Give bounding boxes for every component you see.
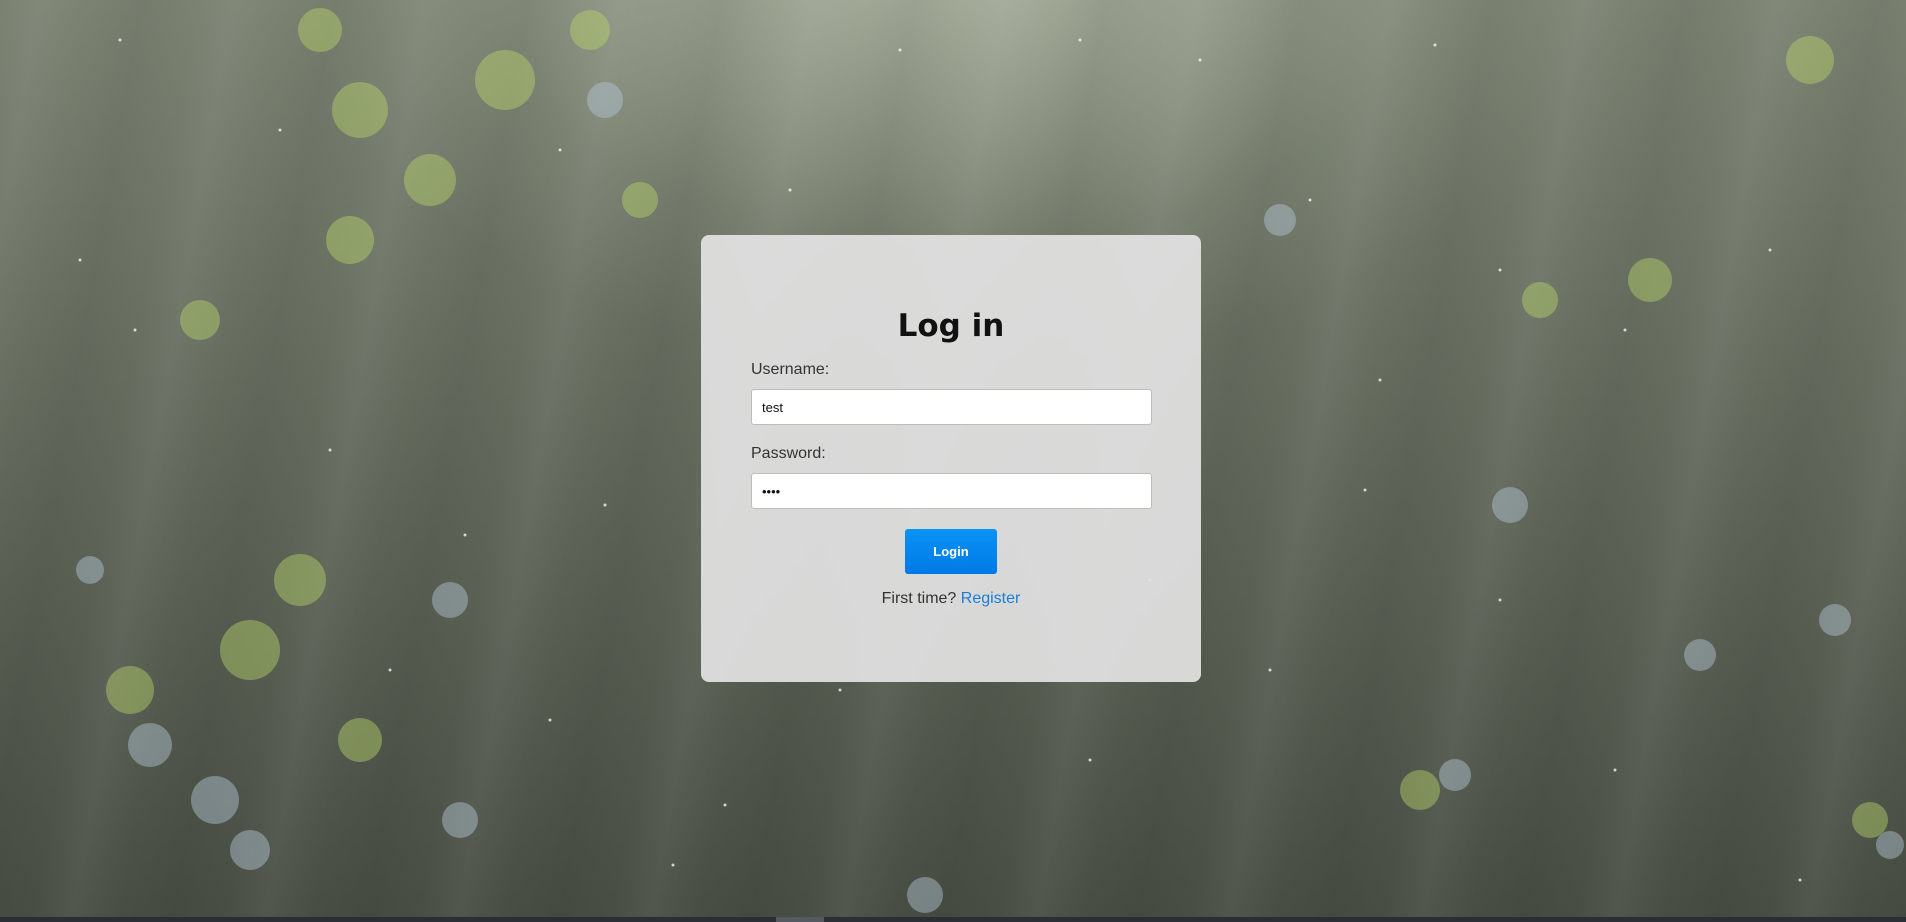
first-time-text: First time?: [881, 590, 957, 607]
register-prompt: First time? Register: [751, 590, 1151, 608]
username-input[interactable]: [751, 389, 1152, 425]
password-label: Password:: [751, 445, 826, 462]
username-label: Username:: [751, 361, 830, 378]
register-link[interactable]: Register: [961, 590, 1021, 607]
button-row: Login: [751, 529, 1151, 574]
login-card: Log in Username: Password: Login First t…: [701, 235, 1201, 682]
scrollbar-track[interactable]: [0, 917, 1906, 922]
page-title: Log in: [897, 308, 1005, 344]
password-input[interactable]: [751, 473, 1152, 509]
scrollbar-thumb[interactable]: [776, 917, 824, 922]
login-button[interactable]: Login: [905, 529, 997, 574]
